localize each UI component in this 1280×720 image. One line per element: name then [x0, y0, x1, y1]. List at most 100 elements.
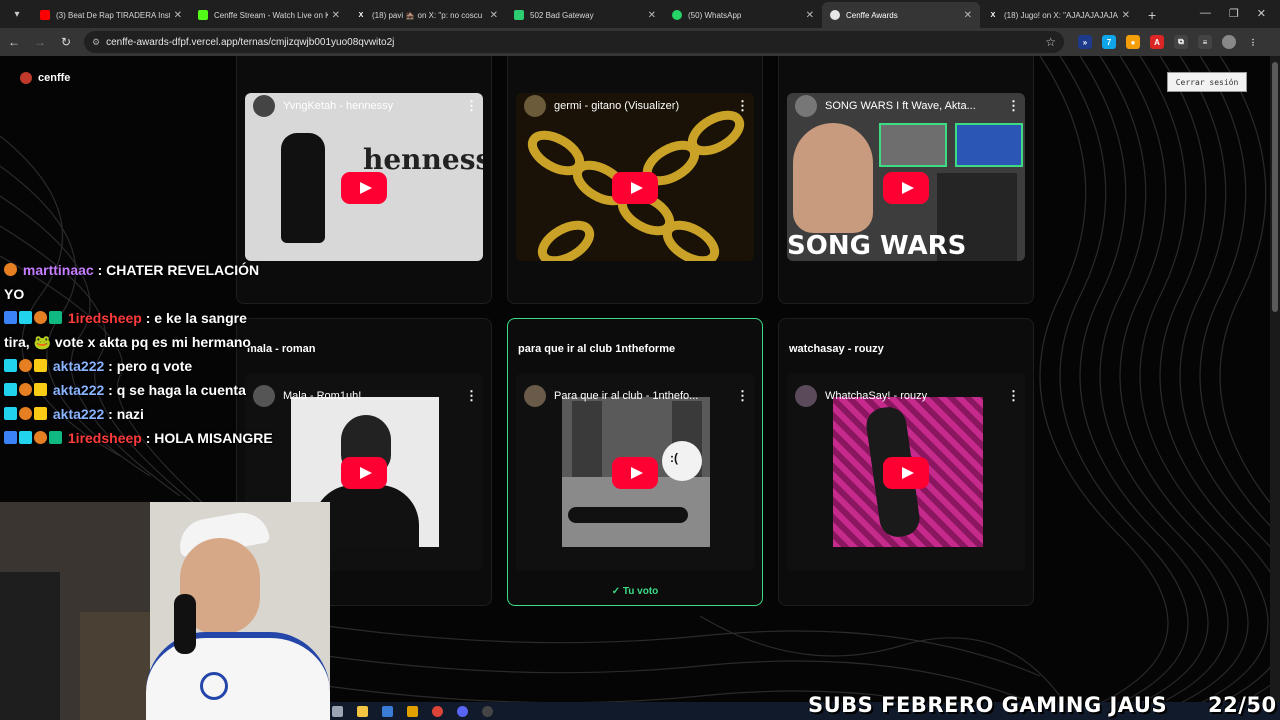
browser-tab[interactable]: X (18) pavi 🏚️ on X: "p: no coscu ✕: [348, 2, 506, 28]
video-title[interactable]: YvngKetah - hennessy: [283, 100, 465, 112]
server-favicon-icon: [514, 10, 524, 20]
minimize-icon[interactable]: —: [1200, 7, 1211, 20]
chat-message: 1iredsheep : e ke la sangre tira, 🐸 vote…: [4, 306, 274, 354]
browser-tab-active[interactable]: Cenffe Awards ✕: [822, 2, 980, 28]
play-button[interactable]: [612, 457, 658, 489]
sub-badge-icon: [4, 431, 17, 444]
discord-icon[interactable]: [457, 705, 468, 717]
channel-avatar[interactable]: [253, 95, 275, 117]
browser-tab[interactable]: X (18) Jugo! on X: "AJAJAJAJAJA ✕: [980, 2, 1138, 28]
browser-tab[interactable]: Cenffe Stream - Watch Live on K ✕: [190, 2, 348, 28]
page-scrollbar[interactable]: [1270, 56, 1280, 720]
play-button[interactable]: [341, 172, 387, 204]
more-options-icon[interactable]: ⋮: [736, 98, 749, 114]
youtube-embed[interactable]: germi - gitano (Visualizer) ⋮: [516, 93, 754, 261]
more-options-icon[interactable]: ⋮: [465, 388, 478, 404]
youtube-embed[interactable]: WhatchaSay! - rouzy ⋮: [787, 373, 1025, 571]
scrollbar-thumb[interactable]: [1272, 62, 1278, 312]
close-tab-icon[interactable]: ✕: [964, 10, 972, 21]
chat-text: : HOLA MISANGRE: [145, 430, 273, 446]
extension-icon[interactable]: 7: [1102, 35, 1116, 49]
youtube-embed[interactable]: YvngKetah - hennessy ⋮ hennessy: [245, 93, 483, 261]
thumbnail-caption: :(: [670, 451, 678, 465]
adblock-icon[interactable]: A: [1150, 35, 1164, 49]
nominee-card[interactable]: YvngKetah - hennessy ⋮ hennessy: [236, 56, 492, 304]
nominee-card[interactable]: germi - gitano (Visualizer) ⋮: [507, 56, 763, 304]
channel-avatar[interactable]: [795, 385, 817, 407]
stream-chat-overlay: marttinaac : CHATER REVELACIÓN YO 1ireds…: [4, 258, 274, 450]
nominee-card[interactable]: watchasay - rouzy WhatchaSay! - rouzy ⋮: [778, 318, 1034, 606]
nominee-card-voted[interactable]: para que ir al club 1ntheforme Para que …: [507, 318, 763, 606]
browser-tab[interactable]: 502 Bad Gateway ✕: [506, 2, 664, 28]
close-tab-icon[interactable]: ✕: [806, 10, 814, 21]
video-header: SONG WARS I ft Wave, Akta... ⋮: [787, 93, 1025, 119]
reload-icon[interactable]: ↻: [54, 35, 78, 49]
browser-toolbar: ← → ↻ ⚙ cenffe-awards-dfpf.vercel.app/te…: [0, 28, 1280, 56]
close-tab-icon[interactable]: ✕: [1122, 10, 1130, 21]
taskview-icon[interactable]: [332, 705, 343, 717]
file-explorer-icon[interactable]: [357, 705, 368, 717]
forward-arrow-icon[interactable]: →: [28, 35, 52, 49]
reading-list-icon[interactable]: ≡: [1198, 35, 1212, 49]
close-tab-icon[interactable]: ✕: [490, 10, 498, 21]
close-tab-icon[interactable]: ✕: [332, 10, 340, 21]
profile-avatar-icon[interactable]: [1222, 35, 1236, 49]
close-tab-icon[interactable]: ✕: [648, 10, 656, 21]
play-button[interactable]: [883, 457, 929, 489]
obs-icon[interactable]: [482, 705, 493, 717]
address-bar[interactable]: ⚙ cenffe-awards-dfpf.vercel.app/ternas/c…: [84, 31, 1064, 53]
site-info-icon[interactable]: ⚙: [92, 37, 100, 48]
new-tab-button[interactable]: +: [1138, 7, 1166, 28]
x-favicon-icon: X: [990, 11, 996, 19]
channel-avatar[interactable]: [524, 95, 546, 117]
chat-text: : pero q vote: [108, 358, 193, 374]
chat-username: marttinaac: [22, 262, 94, 278]
chrome-icon[interactable]: [432, 705, 443, 717]
bookmark-star-icon[interactable]: ☆: [1045, 35, 1056, 49]
channel-avatar[interactable]: [795, 95, 817, 117]
close-window-icon[interactable]: ✕: [1257, 7, 1266, 20]
app-icon[interactable]: [407, 705, 418, 717]
gem-badge-icon: [19, 431, 32, 444]
browser-menu-icon[interactable]: ⋮: [1246, 35, 1260, 49]
chat-username: 1iredsheep: [67, 430, 142, 446]
play-button[interactable]: [612, 172, 658, 204]
browser-tab[interactable]: (50) WhatsApp ✕: [664, 2, 822, 28]
video-title[interactable]: SONG WARS I ft Wave, Akta...: [825, 100, 1007, 112]
close-tab-icon[interactable]: ✕: [174, 10, 182, 21]
gem-badge-icon: [19, 311, 32, 324]
tab-search-button[interactable]: ▾: [6, 3, 28, 25]
video-title[interactable]: Para que ir al club - 1nthefo...: [554, 390, 736, 402]
restore-icon[interactable]: ❐: [1229, 7, 1239, 20]
more-options-icon[interactable]: ⋮: [465, 98, 478, 114]
browser-tab[interactable]: (3) Beat De Rap TIRADERA Instr ✕: [32, 2, 190, 28]
brand-logo[interactable]: cenffe: [20, 72, 70, 84]
chili-badge-icon: [4, 263, 17, 276]
video-title[interactable]: WhatchaSay! - rouzy: [825, 390, 1007, 402]
extension-icon[interactable]: »: [1078, 35, 1092, 49]
logout-button[interactable]: Cerrar sesión: [1167, 72, 1247, 92]
video-title[interactable]: germi - gitano (Visualizer): [554, 100, 736, 112]
extensions-puzzle-icon[interactable]: ⧉: [1174, 35, 1188, 49]
app-icon[interactable]: [382, 705, 393, 717]
youtube-favicon-icon: [40, 10, 50, 20]
chili-badge-icon: [19, 407, 32, 420]
nominee-card[interactable]: SONG WARS I ft Wave, Akta... ⋮ SONG WARS: [778, 56, 1034, 304]
chat-username: akta222: [52, 406, 105, 422]
channel-avatar[interactable]: [524, 385, 546, 407]
video-title[interactable]: Mala - Rom1uh!: [283, 390, 465, 402]
more-options-icon[interactable]: ⋮: [736, 388, 749, 404]
extension-icon[interactable]: ●: [1126, 35, 1140, 49]
youtube-embed[interactable]: SONG WARS I ft Wave, Akta... ⋮ SONG WARS: [787, 93, 1025, 261]
chat-message: marttinaac : CHATER REVELACIÓN YO: [4, 258, 274, 306]
youtube-embed[interactable]: Para que ir al club - 1nthefo... ⋮ :(: [516, 373, 754, 571]
more-options-icon[interactable]: ⋮: [1007, 388, 1020, 404]
nominee-title: para que ir al club 1ntheforme: [518, 343, 676, 355]
tab-title: (3) Beat De Rap TIRADERA Instr: [56, 10, 170, 20]
video-header: Mala - Rom1uh! ⋮: [245, 383, 483, 409]
play-button[interactable]: [883, 172, 929, 204]
more-options-icon[interactable]: ⋮: [1007, 98, 1020, 114]
back-arrow-icon[interactable]: ←: [2, 35, 26, 49]
play-button[interactable]: [341, 457, 387, 489]
tab-title: 502 Bad Gateway: [530, 10, 594, 20]
